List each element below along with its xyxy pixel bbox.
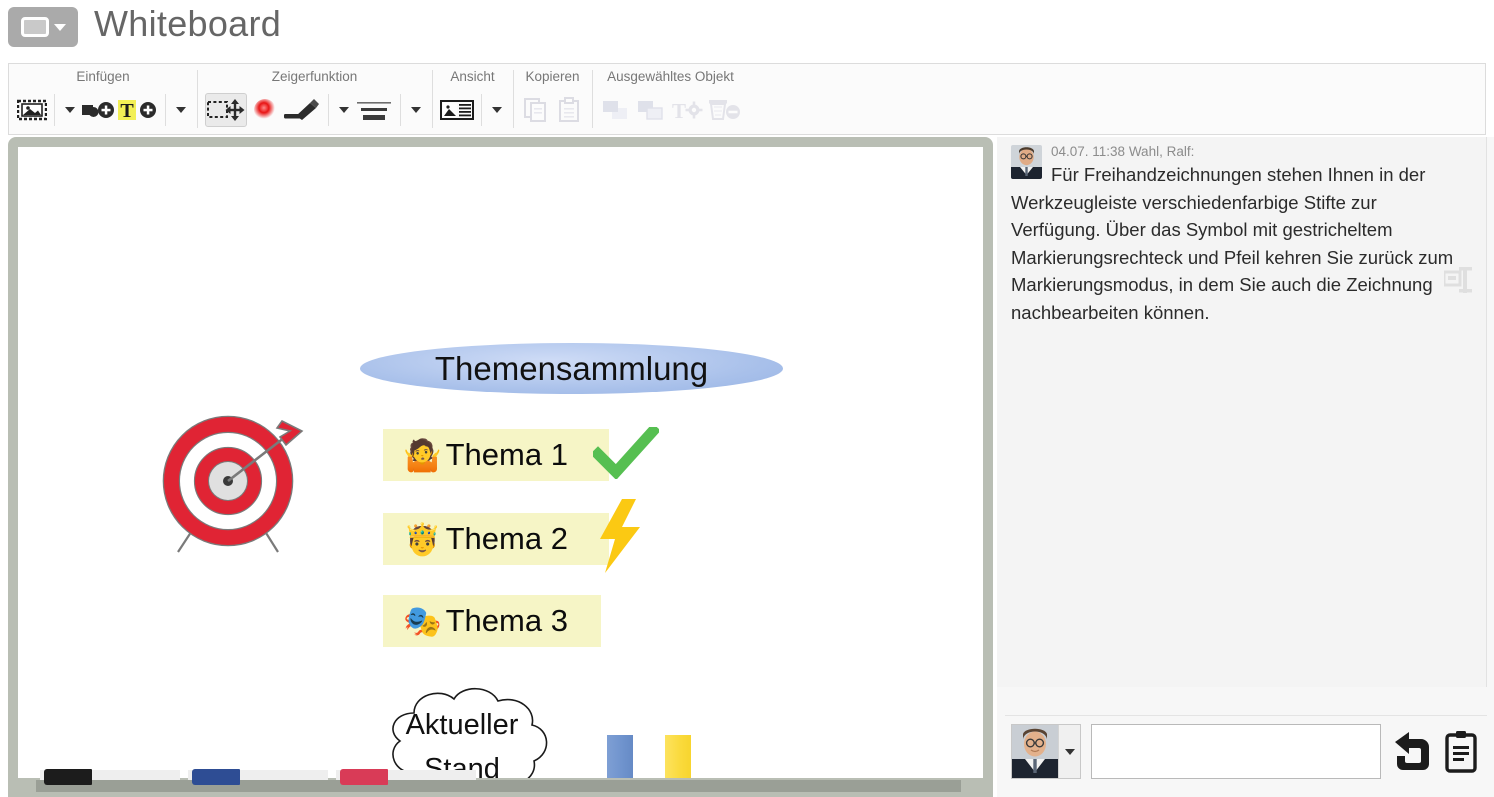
line-weight-tool[interactable] [355,93,393,127]
title-bar: Whiteboard [0,0,1494,57]
thema-card-label: Thema 2 [445,521,568,556]
insert-shape-button[interactable] [81,93,115,127]
thema-card-label: Thema 3 [445,603,568,638]
ribbon-group-ansicht: Ansicht [432,64,513,134]
app-menu-button[interactable] [8,7,78,47]
object-properties-button[interactable]: T [670,93,704,127]
insert-image-button[interactable] [17,93,47,127]
text-plus-icon: T [118,100,156,122]
comment-author-avatar [1011,145,1042,179]
clipboard-icon[interactable] [1441,730,1481,774]
ribbon-toolbar: Einfügen T Zeigerfunktion Ansicht Kopier… [8,63,1486,135]
copy-icon [524,98,546,122]
bring-front-icon [603,101,627,119]
title-ellipse-shape[interactable]: Themensammlung [360,343,783,394]
whiteboard-frame: Themensammlung 🤷 Thema 1 🤴 Thema 2 🎭 The… [8,137,993,797]
chevron-down-icon [176,107,186,113]
chevron-down-icon [65,107,75,113]
comments-panel: 04.07. 11:38 Wahl, Ralf: Für Freihandzei… [997,137,1494,797]
title-ellipse-label: Themensammlung [434,349,709,387]
select-move-tool[interactable] [205,93,247,127]
insert-text-button[interactable]: T [118,93,158,127]
comment-author-line: 04.07. 11:38 Wahl, Ralf: [1051,144,1195,159]
line-weight-icon [357,102,391,120]
avatar-photo-icon [1011,145,1042,179]
svg-text:T: T [120,100,134,122]
page-title: Whiteboard [94,3,282,44]
ribbon-group-label: Ausgewähltes Objekt [607,69,734,84]
pen-tool[interactable] [283,93,321,127]
ribbon-group-ausgewaehltes-objekt: Ausgewähltes Objekt T [592,64,749,134]
shape-plus-icon [82,102,114,118]
marquee-move-icon [207,99,245,121]
theater-masks-emoji-icon: 🎭 [403,603,442,639]
image-list-icon [440,100,474,120]
whiteboard-canvas[interactable]: Themensammlung 🤷 Thema 1 🤴 Thema 2 🎭 The… [18,147,983,778]
chevron-down-icon [492,107,502,113]
blue-marker[interactable] [192,769,240,785]
comments-list[interactable]: 04.07. 11:38 Wahl, Ralf: Für Freihandzei… [997,137,1487,687]
ribbon-group-label: Kopieren [525,69,580,84]
paste-button[interactable] [554,93,584,127]
target-with-arrow-image[interactable] [156,409,311,554]
ribbon-group-label: Zeigerfunktion [271,69,358,84]
line-weight-dropdown[interactable] [408,93,424,127]
thema-card-2[interactable]: 🤴 Thema 2 [383,513,609,565]
ribbon-group-einfuegen: Einfügen T [9,64,197,134]
check-mark-icon [593,427,659,479]
red-dot-icon [254,99,276,121]
view-dropdown[interactable] [489,93,505,127]
image-frame-icon [17,99,47,121]
prince-emoji-icon: 🤴 [403,521,442,557]
avatar-photo-icon [1012,725,1058,778]
bring-to-front-button[interactable] [600,93,632,127]
thema-card-label: Thema 1 [445,437,568,472]
shrug-emoji-icon: 🤷 [403,437,442,473]
ribbon-group-kopieren: Kopieren [513,64,592,134]
text-gear-icon: T [672,99,703,122]
delete-object-button[interactable] [707,93,741,127]
lightning-bolt-icon [600,499,640,573]
send-arrow-icon[interactable] [1391,730,1431,774]
trash-minus-icon [709,100,740,120]
send-back-icon [638,101,663,120]
comment-compose-bar [1005,715,1487,787]
chevron-down-icon [1064,748,1075,755]
insert-image-dropdown[interactable] [62,93,78,127]
chevron-down-icon [53,23,66,31]
paste-icon [559,97,579,122]
pen-dropdown[interactable] [336,93,352,127]
laser-pointer-tool[interactable] [250,93,280,127]
comment-input[interactable] [1091,724,1381,779]
ribbon-group-label: Ansicht [450,69,495,84]
chevron-down-icon [339,107,349,113]
thema-card-1[interactable]: 🤷 Thema 1 [383,429,609,481]
comment-entry: 04.07. 11:38 Wahl, Ralf: Für Freihandzei… [997,137,1486,326]
ribbon-group-label: Einfügen [76,69,130,84]
black-marker[interactable] [44,769,92,785]
red-marker[interactable] [340,769,388,785]
whiteboard-icon [20,17,49,37]
compose-identity-selector[interactable] [1011,724,1081,779]
pencil-icon [284,99,319,120]
svg-text:T: T [672,99,686,122]
comment-body-text: Für Freihandzeichnungen stehen Ihnen in … [1011,164,1454,323]
cloud-text-line1: Aktueller [405,709,519,741]
thema-card-3[interactable]: 🎭 Thema 3 [383,595,601,647]
send-to-back-button[interactable] [635,93,667,127]
view-layout-button[interactable] [440,93,474,127]
comment-watermark-icon [1444,267,1472,293]
pen-tray [8,764,993,797]
compose-identity-dropdown[interactable] [1058,725,1080,778]
insert-text-dropdown[interactable] [173,93,189,127]
chevron-down-icon [411,107,421,113]
ribbon-group-zeigerfunktion: Zeigerfunktion [197,64,432,134]
user-avatar [1012,725,1058,778]
copy-button[interactable] [521,93,551,127]
